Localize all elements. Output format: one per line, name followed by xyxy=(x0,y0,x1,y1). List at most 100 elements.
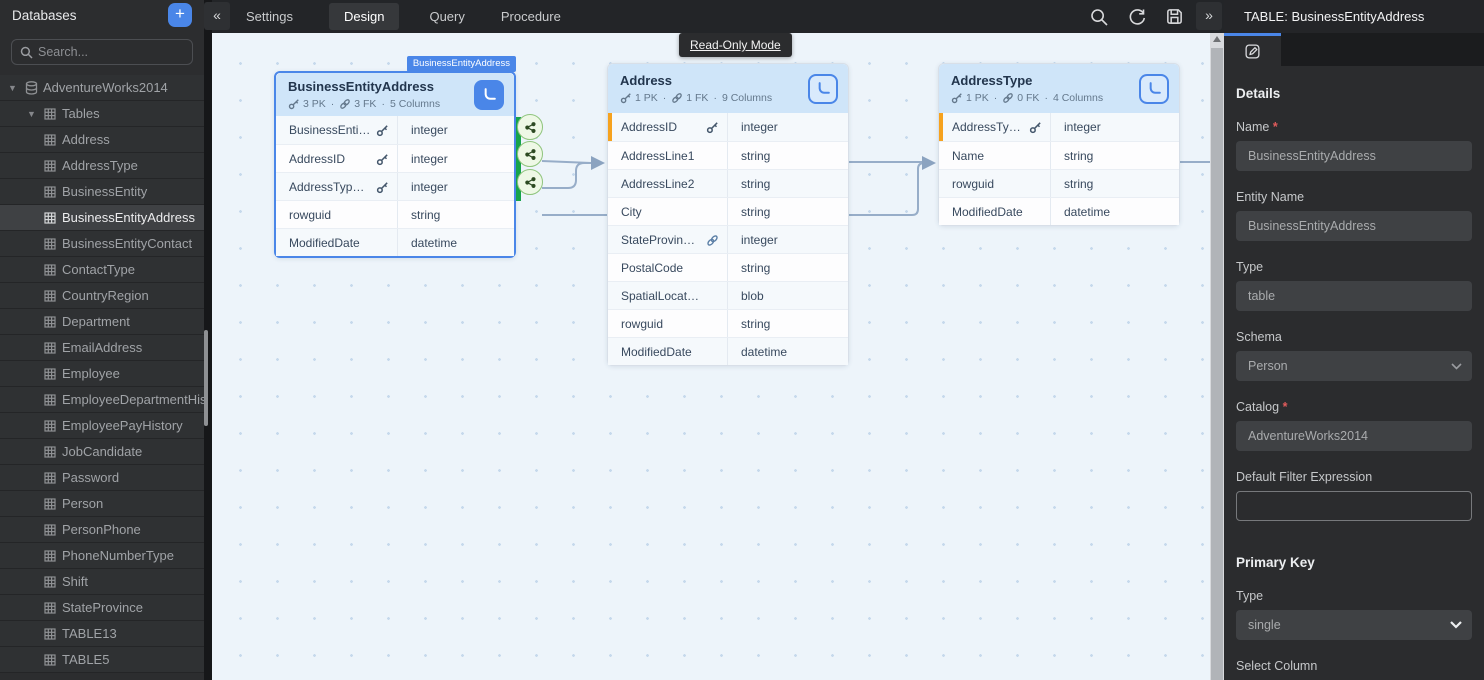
sidebar-item-table[interactable]: Employee xyxy=(0,361,204,387)
er-diagram-canvas[interactable]: Read-Only Mode BusinessEntityAddress Bus… xyxy=(212,33,1210,680)
default-filter-label: Default Filter Expression xyxy=(1236,470,1472,484)
sidebar-item-table[interactable]: Person xyxy=(0,491,204,517)
relation-target-marker xyxy=(608,113,612,141)
sidebar-item-table[interactable]: EmployeePayHistory xyxy=(0,413,204,439)
search-icon xyxy=(20,46,33,59)
database-tree: ▼ AdventureWorks2014 ▼ Tables Address xyxy=(0,75,204,673)
table-icon xyxy=(44,654,56,666)
column-type: string xyxy=(741,177,770,191)
entity-column-row[interactable]: ModifiedDate datetime xyxy=(276,228,514,256)
sidebar-item-table[interactable]: TABLE5 xyxy=(0,647,204,673)
relations-button[interactable] xyxy=(808,74,838,104)
chevron-down-icon: ▼ xyxy=(27,109,36,119)
sidebar-item-table[interactable]: Password xyxy=(0,465,204,491)
app-window: Databases + ▼ AdventureWorks2014 ▼ Table… xyxy=(0,0,1484,680)
sidebar-item-table[interactable]: PhoneNumberType xyxy=(0,543,204,569)
canvas-scrollbar[interactable] xyxy=(1210,33,1224,680)
tab-settings[interactable]: Settings xyxy=(246,9,293,24)
sidebar-item-table[interactable]: CountryRegion xyxy=(0,283,204,309)
sidebar-item-label: BusinessEntityContact xyxy=(62,236,192,251)
tab-design[interactable]: Design xyxy=(329,3,399,30)
foreign-key-icon xyxy=(1002,92,1014,104)
entity-card-address[interactable]: Address 1 PK 1 FK 9 Columns xyxy=(607,63,849,366)
default-filter-input[interactable] xyxy=(1236,491,1472,521)
entity-name-input[interactable]: BusinessEntityAddress xyxy=(1236,211,1472,241)
entity-column-row[interactable]: AddressID integer xyxy=(608,113,848,141)
tab-query[interactable]: Query xyxy=(429,9,464,24)
entity-column-row[interactable]: rowguid string xyxy=(276,200,514,228)
pk-count: 1 PK xyxy=(635,92,658,104)
expand-panel-button[interactable]: » xyxy=(1196,2,1222,30)
table-icon xyxy=(44,134,56,146)
entity-column-row[interactable]: SpatialLocation blob xyxy=(608,281,848,309)
entity-header: BusinessEntityAddress 3 PK 3 FK 5 Column… xyxy=(276,73,514,116)
entity-column-row[interactable]: AddressID integer xyxy=(276,144,514,172)
tab-edit-details[interactable] xyxy=(1224,33,1281,66)
sidebar-scrollbar-thumb[interactable] xyxy=(204,330,208,426)
catalog-input[interactable]: AdventureWorks2014 xyxy=(1236,421,1472,451)
relation-fork-icon[interactable] xyxy=(517,114,543,140)
name-input[interactable]: BusinessEntityAddress xyxy=(1236,141,1472,171)
sidebar-scrollbar[interactable] xyxy=(204,0,212,680)
entity-column-row[interactable]: AddressTypeID integer xyxy=(276,172,514,200)
panel-title-bar: TABLE: BusinessEntityAddress xyxy=(1224,0,1484,33)
entity-column-row[interactable]: AddressTypeID integer xyxy=(939,113,1179,141)
panel-body: Details Name BusinessEntityAddress Entit… xyxy=(1224,86,1484,680)
entity-column-row[interactable]: AddressLine1 string xyxy=(608,141,848,169)
tree-node-tables-group[interactable]: ▼ Tables xyxy=(0,101,204,127)
sidebar-item-table[interactable]: BusinessEntityAddress xyxy=(0,205,204,231)
sidebar-item-table[interactable]: EmailAddress xyxy=(0,335,204,361)
relationship-icon xyxy=(1144,79,1164,99)
entity-column-row[interactable]: PostalCode string xyxy=(608,253,848,281)
sidebar-item-table[interactable]: AddressType xyxy=(0,153,204,179)
relation-fork-icon[interactable] xyxy=(517,141,543,167)
entity-column-row[interactable]: rowguid string xyxy=(939,169,1179,197)
tree-node-label: Tables xyxy=(62,106,100,121)
scroll-up-icon[interactable] xyxy=(1213,36,1221,42)
sidebar-item-label: Address xyxy=(62,132,110,147)
sidebar-item-table[interactable]: BusinessEntityContact xyxy=(0,231,204,257)
entity-column-row[interactable]: ModifiedDate datetime xyxy=(608,337,848,365)
entity-column-row[interactable]: City string xyxy=(608,197,848,225)
collapse-sidebar-button[interactable]: « xyxy=(204,2,230,30)
relations-button[interactable] xyxy=(1139,74,1169,104)
sidebar-item-table[interactable]: Shift xyxy=(0,569,204,595)
sidebar-item-table[interactable]: PersonPhone xyxy=(0,517,204,543)
refresh-icon[interactable] xyxy=(1127,7,1147,27)
table-icon xyxy=(44,108,56,120)
pk-type-select[interactable]: single xyxy=(1236,610,1472,640)
canvas-scrollbar-thumb[interactable] xyxy=(1211,48,1223,680)
sidebar-item-table[interactable]: JobCandidate xyxy=(0,439,204,465)
schema-select[interactable]: Person xyxy=(1236,351,1472,381)
entity-column-row[interactable]: BusinessEntityID integer xyxy=(276,116,514,144)
table-icon xyxy=(44,420,56,432)
sidebar-item-label: EmailAddress xyxy=(62,340,142,355)
tree-node-database[interactable]: ▼ AdventureWorks2014 xyxy=(0,75,204,101)
entity-column-row[interactable]: StateProvinceID integer xyxy=(608,225,848,253)
entity-header: AddressType 1 PK 0 FK 4 Columns xyxy=(939,64,1179,113)
entity-column-row[interactable]: Name string xyxy=(939,141,1179,169)
relations-button[interactable] xyxy=(474,80,504,110)
sidebar-item-table[interactable]: BusinessEntity xyxy=(0,179,204,205)
entity-column-row[interactable]: AddressLine2 string xyxy=(608,169,848,197)
sidebar-item-table[interactable]: Department xyxy=(0,309,204,335)
type-input[interactable]: table xyxy=(1236,281,1472,311)
relation-fork-icon[interactable] xyxy=(517,169,543,195)
search-icon[interactable] xyxy=(1089,7,1109,27)
entity-column-row[interactable]: ModifiedDate datetime xyxy=(939,197,1179,225)
save-icon[interactable] xyxy=(1165,7,1184,26)
sidebar-item-table[interactable]: Address xyxy=(0,127,204,153)
panel-tabs xyxy=(1224,33,1484,66)
search-input[interactable] xyxy=(38,40,188,64)
column-type: blob xyxy=(741,289,764,303)
add-database-button[interactable]: + xyxy=(168,3,192,27)
entity-card-businessentityaddress[interactable]: BusinessEntityAddress 3 PK 3 FK 5 Column… xyxy=(274,71,516,258)
entity-card-addresstype[interactable]: AddressType 1 PK 0 FK 4 Columns xyxy=(938,63,1180,226)
read-only-mode-chip[interactable]: Read-Only Mode xyxy=(679,33,792,57)
sidebar-item-table[interactable]: TABLE13 xyxy=(0,621,204,647)
sidebar-item-table[interactable]: StateProvince xyxy=(0,595,204,621)
sidebar-item-table[interactable]: EmployeeDepartmentHistory xyxy=(0,387,204,413)
sidebar-item-table[interactable]: ContactType xyxy=(0,257,204,283)
entity-column-row[interactable]: rowguid string xyxy=(608,309,848,337)
tab-procedure[interactable]: Procedure xyxy=(501,9,561,24)
